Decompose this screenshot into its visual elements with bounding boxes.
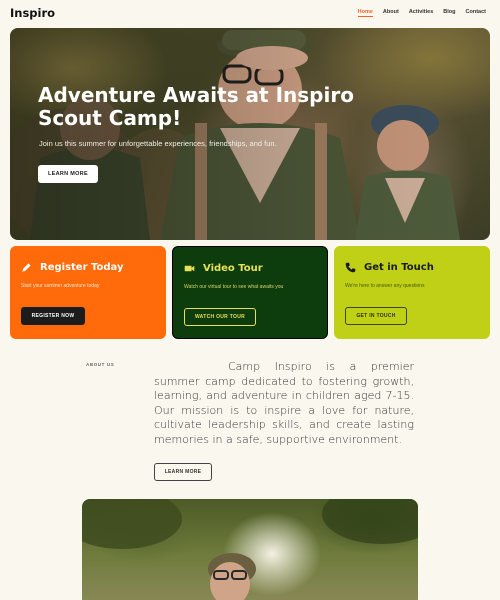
about-learn-more-button[interactable]: LEARN MORE: [154, 463, 212, 481]
nav-home[interactable]: Home: [357, 9, 373, 17]
site-logo[interactable]: Inspiro: [10, 6, 55, 20]
pencil-icon: [22, 263, 31, 272]
video-tour-card-title: Video Tour: [203, 263, 263, 274]
hero-title: Adventure Awaits at Inspiro Scout Camp!: [38, 83, 354, 130]
contact-card-title: Get in Touch: [364, 262, 434, 273]
get-in-touch-button[interactable]: GET IN TOUCH: [345, 307, 407, 325]
watch-tour-button[interactable]: WATCH OUR TOUR: [184, 308, 256, 326]
about-text: Camp Inspiro is a premier summer camp de…: [154, 360, 414, 446]
register-card-header: Register Today: [21, 262, 123, 273]
nav-contact[interactable]: Contact: [466, 9, 486, 17]
hero-learn-more-button[interactable]: LEARN MORE: [38, 165, 98, 183]
register-card-title: Register Today: [40, 262, 124, 273]
contact-card-header: Get in Touch: [345, 262, 434, 273]
video-tour-card: Video Tour Watch our virtual tour to see…: [172, 246, 328, 339]
hero-subtitle: Join us this summer for unforgettable ex…: [39, 139, 277, 148]
hero-section: Adventure Awaits at Inspiro Scout Camp! …: [10, 28, 490, 240]
nav-blog[interactable]: Blog: [443, 9, 455, 17]
register-now-button[interactable]: REGISTER NOW: [21, 307, 85, 325]
video-tour-card-header: Video Tour: [184, 263, 263, 274]
video-camera-icon: [184, 265, 195, 272]
camp-photo: [82, 499, 418, 600]
contact-card: Get in Touch We're here to answer any qu…: [334, 246, 490, 339]
hero-overlay: [10, 28, 490, 240]
nav-activities[interactable]: Activities: [409, 9, 433, 17]
register-card: Register Today Start your summer adventu…: [10, 246, 166, 339]
register-card-text: Start your summer adventure today: [21, 283, 100, 289]
main-nav: Home About Activities Blog Contact: [357, 9, 486, 17]
contact-card-text: We're here to answer any questions: [345, 283, 425, 289]
nav-about[interactable]: About: [383, 9, 399, 17]
video-tour-card-text: Watch our virtual tour to see what await…: [184, 284, 284, 290]
site-header: Inspiro Home About Activities Blog Conta…: [0, 0, 500, 26]
phone-icon: [345, 262, 356, 273]
about-label: ABOUT US: [86, 362, 115, 367]
camp-photo-illustration: [82, 499, 418, 600]
